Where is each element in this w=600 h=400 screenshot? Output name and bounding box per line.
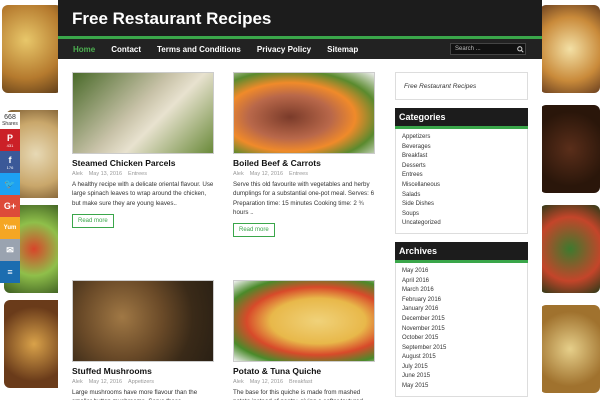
category-link[interactable]: Entrees: [402, 171, 521, 181]
facebook-icon: f: [8, 154, 12, 165]
read-more-button[interactable]: Read more: [233, 223, 275, 238]
archive-link[interactable]: July 2015: [402, 363, 521, 373]
archive-link[interactable]: November 2015: [402, 325, 521, 335]
archive-link[interactable]: December 2015: [402, 315, 521, 325]
archive-link[interactable]: May 2015: [402, 382, 521, 392]
googleplus-icon: G+: [3, 201, 17, 211]
yummly-icon: Yum: [3, 225, 17, 231]
post-card: Stuffed Mushrooms Alek May 12, 2016 Appeti…: [72, 280, 214, 400]
buffer-icon: ≡: [7, 267, 13, 277]
post-title[interactable]: Potato & Tuna Quiche: [233, 366, 375, 376]
post-meta: Alek May 13, 2016 Entrees: [72, 171, 147, 177]
nav-terms[interactable]: Terms and Conditions: [157, 45, 241, 54]
category-link[interactable]: Desserts: [402, 162, 521, 172]
category-link[interactable]: Miscellaneous: [402, 181, 521, 191]
post-thumbnail[interactable]: [233, 280, 375, 362]
nav-privacy[interactable]: Privacy Policy: [257, 45, 311, 54]
categories-list: Appetizers Beverages Breakfast Desserts …: [395, 129, 528, 234]
archive-link[interactable]: May 2016: [402, 267, 521, 277]
post-excerpt: A healthy recipe with a delicate orienta…: [72, 181, 214, 207]
search-icon[interactable]: [515, 44, 525, 54]
category-link[interactable]: Uncategorized: [402, 219, 521, 229]
archive-link[interactable]: February 2016: [402, 296, 521, 306]
archive-link[interactable]: August 2015: [402, 353, 521, 363]
post-card: Boiled Beef & Carrots Alek May 12, 2016 En…: [233, 72, 375, 238]
nav-sitemap[interactable]: Sitemap: [327, 45, 358, 54]
post-thumbnail[interactable]: [233, 72, 375, 154]
post-excerpt: Large mushrooms have more flavour than t…: [72, 389, 198, 400]
post-meta: Alek May 12, 2016 Entrees: [233, 171, 308, 177]
facebook-share-button[interactable]: f 176: [0, 151, 20, 173]
pinterest-share-button[interactable]: P 431: [0, 129, 20, 151]
email-icon: ✉: [6, 244, 14, 255]
read-more-button[interactable]: Read more: [72, 213, 114, 228]
share-bar: 668 Shares P 431 f 176 🐦 G+ Yum ✉ ≡: [0, 112, 20, 283]
post-title[interactable]: Steamed Chicken Parcels: [72, 158, 214, 168]
archive-link[interactable]: September 2015: [402, 344, 521, 354]
archives-list: May 2016 April 2016 March 2016 February …: [395, 262, 528, 397]
main-nav: Home Contact Terms and Conditions Privac…: [58, 39, 542, 59]
pinterest-icon: P: [6, 132, 13, 143]
category-link[interactable]: Breakfast: [402, 152, 521, 162]
email-share-button[interactable]: ✉: [0, 239, 20, 261]
sidebar-tagline: Free Restaurant Recipes: [395, 72, 528, 100]
site-header: Free Restaurant Recipes: [58, 0, 542, 36]
archive-link[interactable]: March 2016: [402, 286, 521, 296]
twitter-share-button[interactable]: 🐦: [0, 173, 20, 195]
post-card: Steamed Chicken Parcels Alek May 13, 2016…: [72, 72, 214, 228]
category-link[interactable]: Beverages: [402, 143, 521, 153]
page-container: Free Restaurant Recipes Home Contact Ter…: [58, 0, 542, 400]
sidebar: Free Restaurant Recipes Categories Appet…: [395, 72, 528, 397]
post-meta: Alek May 12, 2016 Appetizers: [72, 379, 155, 385]
buffer-share-button[interactable]: ≡: [0, 261, 20, 283]
post-card: Potato & Tuna Quiche Alek May 12, 2016 Bre…: [233, 280, 375, 400]
background-photos-right: [540, 0, 600, 400]
archives-title: Archives: [395, 241, 528, 263]
category-link[interactable]: Side Dishes: [402, 200, 521, 210]
share-count: 668 Shares: [0, 112, 20, 129]
categories-title: Categories: [395, 108, 528, 129]
twitter-icon: 🐦: [4, 178, 16, 189]
archive-link[interactable]: April 2016: [402, 277, 521, 287]
category-link[interactable]: Soups: [402, 210, 521, 220]
site-title[interactable]: Free Restaurant Recipes: [72, 9, 542, 29]
category-link[interactable]: Salads: [402, 191, 521, 201]
googleplus-share-button[interactable]: G+: [0, 195, 20, 217]
post-meta: Alek May 12, 2016 Breakfast: [233, 379, 313, 385]
nav-contact[interactable]: Contact: [111, 45, 141, 54]
post-thumbnail[interactable]: [72, 72, 214, 154]
post-thumbnail[interactable]: [72, 280, 214, 362]
post-excerpt: Serve this old favourite with vegetables…: [233, 181, 375, 216]
archive-link[interactable]: June 2015: [402, 372, 521, 382]
post-title[interactable]: Boiled Beef & Carrots: [233, 158, 375, 168]
post-title[interactable]: Stuffed Mushrooms: [72, 366, 214, 376]
archive-link[interactable]: January 2016: [402, 305, 521, 315]
search-input[interactable]: Search ...: [450, 43, 526, 55]
archive-link[interactable]: October 2015: [402, 334, 521, 344]
nav-home[interactable]: Home: [73, 45, 95, 54]
yummly-share-button[interactable]: Yum: [0, 217, 20, 239]
post-excerpt: The base for this quiche is made from ma…: [233, 389, 363, 400]
category-link[interactable]: Appetizers: [402, 133, 521, 143]
